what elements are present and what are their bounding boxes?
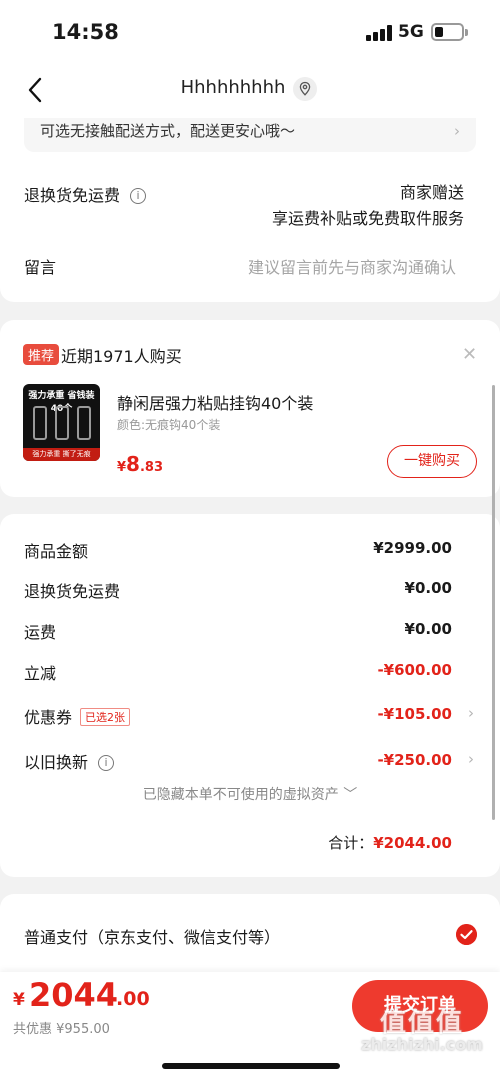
total-line: 合计：¥2044.00 (328, 832, 452, 853)
close-icon[interactable]: ✕ (462, 344, 477, 365)
product-name[interactable]: 静闲居强力粘贴挂钩40个装 (117, 390, 313, 414)
summary-row-label: 商品金额 (24, 542, 89, 561)
total-price-dec: .00 (116, 988, 150, 1010)
checkmark-icon[interactable] (456, 924, 477, 945)
status-bar: 14:58 5G (0, 0, 500, 62)
chevron-right-icon[interactable]: › (468, 750, 474, 768)
recommend-headline: 近期1971人购买 (61, 347, 182, 366)
signal-icon (366, 25, 392, 41)
order-summary-card: 商品金额 ¥2999.00 退换货免运费 ¥0.00 运费 ¥0.00 立减 -… (0, 514, 500, 877)
location-pin-icon[interactable] (293, 77, 317, 101)
coupon-badge: 已选2张 (80, 708, 131, 726)
message-input[interactable]: 建议留言前先与商家沟通确认 (248, 254, 456, 278)
product-spec: 颜色:无痕钩40个装 (117, 418, 221, 432)
total-label: 合计： (328, 834, 374, 852)
total-currency: ¥ (13, 990, 25, 1010)
chevron-right-icon: › (454, 122, 460, 140)
product-price: ¥8.83 (117, 452, 163, 476)
battery-icon (431, 23, 464, 41)
status-time: 14:58 (52, 20, 119, 44)
one-click-buy-button[interactable]: 一键购买 (387, 445, 477, 478)
message-label: 留言 (24, 258, 57, 277)
payment-option-label[interactable]: 普通支付（京东支付、微信支付等） (24, 924, 280, 948)
summary-row-label: 退换货免运费 (24, 582, 121, 601)
total-price-int: 2044 (29, 976, 119, 1014)
recommend-card: 推荐 近期1971人购买 ✕ 强力承重 省钱装40个 强力承重 撕了无痕 静闲居… (0, 320, 500, 497)
summary-row-value: ¥2999.00 (373, 539, 452, 557)
contactless-notice[interactable]: 可选无接触配送方式，配送更安心哦～ › (24, 118, 476, 152)
chevron-right-icon[interactable]: › (468, 704, 474, 722)
nav-bar: Hhhhhhhhh (0, 62, 500, 118)
trade-in-value[interactable]: -¥250.00 (377, 751, 452, 769)
total-value: ¥2044.00 (373, 834, 452, 852)
summary-row-value: ¥0.00 (404, 620, 452, 638)
scrollbar[interactable] (492, 385, 495, 820)
notice-text: 可选无接触配送方式，配送更安心哦～ (40, 122, 296, 140)
return-freight-value: 商家赠送 享运费补贴或免费取件服务 (271, 183, 464, 228)
hidden-assets-toggle[interactable]: 已隐藏本单不可使用的虚拟资产 ﹀ (0, 784, 500, 804)
summary-row-value: ¥0.00 (404, 579, 452, 597)
home-indicator (162, 1063, 340, 1069)
summary-row-label: 运费 (24, 623, 57, 642)
return-freight-label: 退换货免运费 i (24, 182, 147, 206)
coupon-row[interactable]: 优惠券 已选2张 (24, 704, 131, 728)
summary-row-value: -¥600.00 (377, 661, 452, 679)
total-saved: 共优惠 ¥955.00 (13, 1022, 110, 1037)
watermark: 值值值 zhizhizhi.com (361, 1008, 483, 1054)
info-icon[interactable]: i (130, 188, 147, 204)
summary-row-label: 立减 (24, 664, 57, 683)
product-image[interactable]: 强力承重 省钱装40个 强力承重 撕了无痕 (23, 384, 100, 461)
nav-title: Hhhhhhhhh (180, 77, 286, 98)
trade-in-row[interactable]: 以旧换新 i (24, 749, 115, 773)
delivery-card: 可选无接触配送方式，配送更安心哦～ › 退换货免运费 i 商家赠送 享运费补贴或免… (0, 118, 500, 302)
recommend-tag: 推荐 (23, 344, 60, 365)
network-label: 5G (398, 22, 424, 42)
info-icon[interactable]: i (98, 755, 115, 771)
coupon-value[interactable]: -¥105.00 (377, 705, 452, 723)
bottom-bar: ¥ 2044 .00 共优惠 ¥955.00 提交订单 值值值 zhizhizh… (0, 972, 500, 1082)
